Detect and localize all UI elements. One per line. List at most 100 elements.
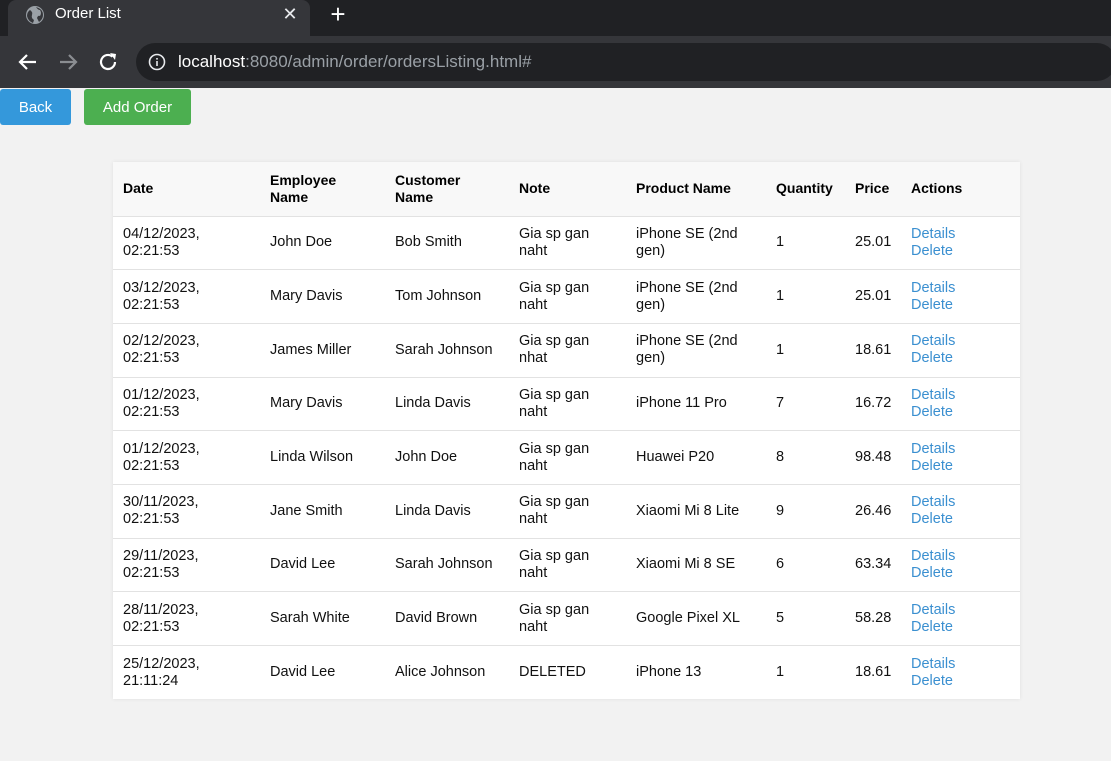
header-note: Note: [509, 162, 626, 216]
reload-icon[interactable]: [96, 50, 120, 74]
cell-actions: Details Delete: [901, 430, 1020, 485]
table-header-row: Date Employee Name Customer Name Note Pr…: [113, 162, 1020, 216]
browser-tab[interactable]: Order List ✕: [8, 0, 310, 36]
cell-product: iPhone 13: [626, 645, 766, 700]
details-link[interactable]: Details: [911, 494, 1010, 511]
forward-arrow-icon[interactable]: [56, 50, 80, 74]
cell-product: iPhone SE (2nd gen): [626, 269, 766, 324]
cell-price: 25.01: [845, 269, 901, 324]
cell-quantity: 9: [766, 483, 845, 539]
cell-note: Gia sp gan naht: [509, 537, 626, 592]
delete-link[interactable]: Delete: [911, 297, 1010, 314]
cell-note: DELETED: [509, 645, 626, 700]
cell-price: 98.48: [845, 430, 901, 485]
header-price: Price: [845, 162, 901, 216]
delete-link[interactable]: Delete: [911, 673, 1010, 690]
globe-icon: [26, 6, 44, 24]
header-actions: Actions: [901, 162, 1020, 216]
cell-quantity: 1: [766, 322, 845, 378]
delete-link[interactable]: Delete: [911, 350, 1010, 367]
cell-price: 18.61: [845, 645, 901, 700]
cell-price: 25.01: [845, 215, 901, 270]
cell-date: 25/12/2023, 21:11:24: [113, 645, 260, 700]
cell-note: Gia sp gan naht: [509, 430, 626, 485]
cell-date: 04/12/2023, 02:21:53: [113, 215, 260, 270]
header-customer: Customer Name: [385, 162, 509, 216]
cell-employee: David Lee: [260, 645, 385, 700]
back-button[interactable]: Back: [0, 89, 71, 125]
cell-quantity: 7: [766, 376, 845, 431]
cell-product: iPhone 11 Pro: [626, 376, 766, 431]
close-icon[interactable]: ✕: [280, 4, 300, 24]
back-arrow-icon[interactable]: [16, 50, 40, 74]
details-link[interactable]: Details: [911, 656, 1010, 673]
cell-price: 63.34: [845, 537, 901, 592]
cell-employee: John Doe: [260, 215, 385, 270]
cell-employee: Sarah White: [260, 591, 385, 646]
details-link[interactable]: Details: [911, 333, 1010, 350]
cell-quantity: 6: [766, 537, 845, 592]
table-row: 01/12/2023, 02:21:53 Mary Davis Linda Da…: [113, 376, 1020, 431]
cell-actions: Details Delete: [901, 645, 1020, 700]
details-link[interactable]: Details: [911, 387, 1010, 404]
cell-quantity: 1: [766, 645, 845, 700]
cell-actions: Details Delete: [901, 215, 1020, 270]
cell-customer: Tom Johnson: [385, 269, 509, 324]
plus-icon[interactable]: +: [326, 1, 350, 27]
browser-tabstrip: Order List ✕ +: [0, 0, 1111, 36]
header-product: Product Name: [626, 162, 766, 216]
cell-customer: Bob Smith: [385, 215, 509, 270]
cell-customer: Alice Johnson: [385, 645, 509, 700]
cell-actions: Details Delete: [901, 269, 1020, 324]
cell-price: 26.46: [845, 483, 901, 539]
cell-date: 28/11/2023, 02:21:53: [113, 591, 260, 646]
cell-actions: Details Delete: [901, 591, 1020, 646]
table-row: 01/12/2023, 02:21:53 Linda Wilson John D…: [113, 430, 1020, 485]
cell-customer: Linda Davis: [385, 483, 509, 539]
details-link[interactable]: Details: [911, 280, 1010, 297]
cell-price: 18.61: [845, 322, 901, 378]
delete-link[interactable]: Delete: [911, 565, 1010, 582]
cell-customer: Linda Davis: [385, 376, 509, 431]
cell-employee: David Lee: [260, 537, 385, 592]
table-row: 03/12/2023, 02:21:53 Mary Davis Tom John…: [113, 269, 1020, 324]
cell-actions: Details Delete: [901, 322, 1020, 378]
cell-actions: Details Delete: [901, 537, 1020, 592]
delete-link[interactable]: Delete: [911, 511, 1010, 528]
delete-link[interactable]: Delete: [911, 243, 1010, 260]
cell-note: Gia sp gan naht: [509, 269, 626, 324]
delete-link[interactable]: Delete: [911, 458, 1010, 475]
header-quantity: Quantity: [766, 162, 845, 216]
table-row: 02/12/2023, 02:21:53 James Miller Sarah …: [113, 322, 1020, 378]
details-link[interactable]: Details: [911, 226, 1010, 243]
header-date: Date: [113, 162, 260, 216]
cell-employee: Linda Wilson: [260, 430, 385, 485]
address-bar[interactable]: localhost:8080/admin/order/ordersListing…: [136, 43, 1111, 81]
cell-price: 16.72: [845, 376, 901, 431]
delete-link[interactable]: Delete: [911, 619, 1010, 636]
table-row: 25/12/2023, 21:11:24 David Lee Alice Joh…: [113, 645, 1020, 700]
cell-customer: Sarah Johnson: [385, 322, 509, 378]
details-link[interactable]: Details: [911, 441, 1010, 458]
cell-actions: Details Delete: [901, 483, 1020, 539]
cell-note: Gia sp gan naht: [509, 591, 626, 646]
cell-employee: Mary Davis: [260, 269, 385, 324]
table-row: 28/11/2023, 02:21:53 Sarah White David B…: [113, 591, 1020, 646]
delete-link[interactable]: Delete: [911, 404, 1010, 421]
url-path: :8080/admin/order/ordersListing.html#: [245, 52, 532, 71]
cell-note: Gia sp gan naht: [509, 215, 626, 270]
cell-date: 01/12/2023, 02:21:53: [113, 430, 260, 485]
cell-date: 02/12/2023, 02:21:53: [113, 322, 260, 378]
details-link[interactable]: Details: [911, 548, 1010, 565]
header-employee: Employee Name: [260, 162, 385, 216]
add-order-button[interactable]: Add Order: [84, 89, 191, 125]
info-icon[interactable]: [148, 53, 166, 71]
cell-product: iPhone SE (2nd gen): [626, 215, 766, 270]
orders-table-container: Date Employee Name Customer Name Note Pr…: [113, 162, 1020, 700]
cell-quantity: 8: [766, 430, 845, 485]
cell-employee: Jane Smith: [260, 483, 385, 539]
cell-customer: John Doe: [385, 430, 509, 485]
cell-product: Huawei P20: [626, 430, 766, 485]
cell-product: iPhone SE (2nd gen): [626, 322, 766, 378]
details-link[interactable]: Details: [911, 602, 1010, 619]
